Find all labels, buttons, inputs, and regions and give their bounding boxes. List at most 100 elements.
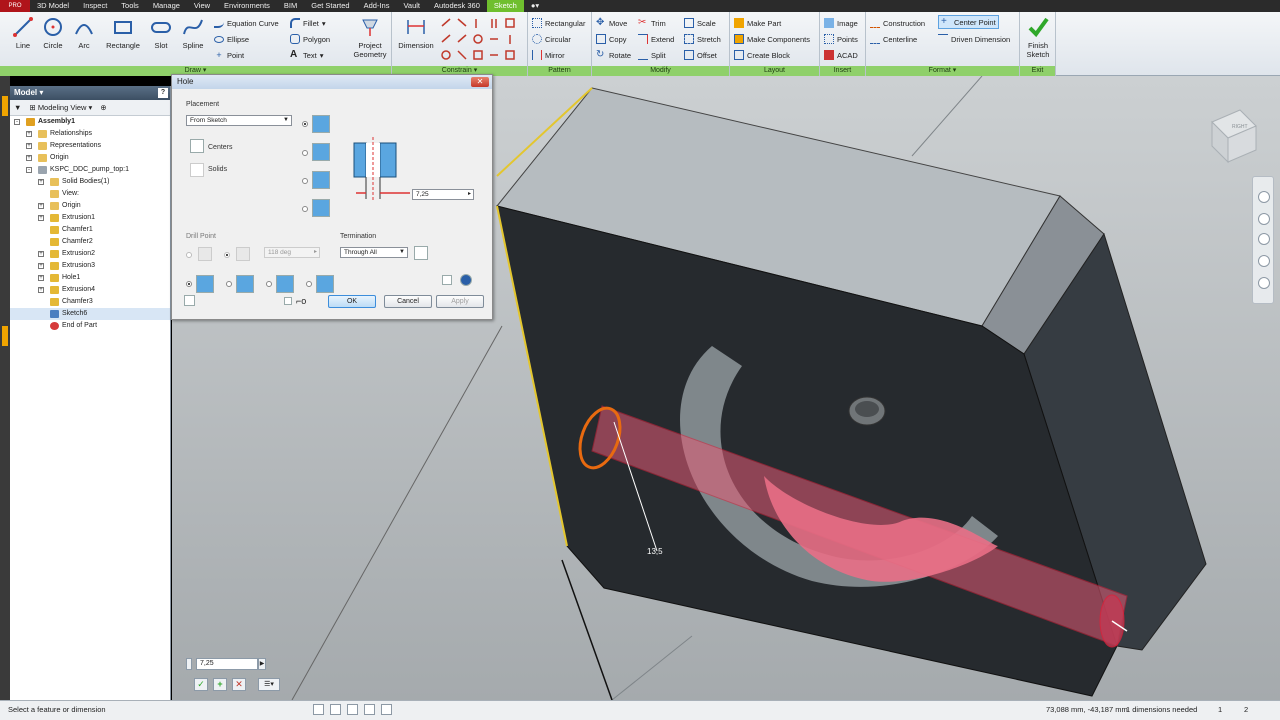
orbit-icon[interactable] xyxy=(1258,255,1270,267)
tree-item[interactable]: Chamfer2 xyxy=(10,236,170,248)
application-menu-button[interactable]: PRO xyxy=(0,0,30,12)
circle-button[interactable]: Circle xyxy=(36,16,70,50)
tree-expand-icon[interactable]: + xyxy=(38,203,44,209)
stretch-button[interactable]: Stretch xyxy=(684,32,721,46)
tree-expand-icon[interactable]: + xyxy=(38,263,44,269)
mini-toolbar-options-icon[interactable]: ☰▾ xyxy=(258,678,280,691)
split-button[interactable]: Split xyxy=(638,48,666,62)
simple-thread-icon[interactable] xyxy=(196,275,214,293)
centers-label[interactable]: Centers xyxy=(208,144,233,151)
flat-drill-icon[interactable] xyxy=(198,247,212,261)
point-button[interactable]: + Point xyxy=(214,48,244,62)
preview-checkbox[interactable] xyxy=(284,297,292,305)
tree-item[interactable]: - KSPC_DDC_pump_top:1 xyxy=(10,164,170,176)
tab-get-started[interactable]: Get Started xyxy=(304,0,356,12)
sketch-doctor-icon[interactable] xyxy=(364,704,375,715)
tree-expand-icon[interactable]: + xyxy=(26,155,32,161)
tree-item[interactable]: + Solid Bodies(1) xyxy=(10,176,170,188)
dimension-button[interactable]: Dimension xyxy=(396,16,436,50)
project-geometry-button[interactable]: Project Geometry xyxy=(350,16,390,59)
tab-autodesk-360[interactable]: Autodesk 360 xyxy=(427,0,487,12)
driven-dimension-button[interactable]: Driven Dimension xyxy=(938,32,1010,46)
make-part-button[interactable]: Make Part xyxy=(734,16,781,30)
tree-expand-icon[interactable]: + xyxy=(38,179,44,185)
centers-select-icon[interactable] xyxy=(190,139,204,153)
show-constraints-icon[interactable] xyxy=(330,704,341,715)
tree-expand-icon[interactable]: + xyxy=(26,131,32,137)
rectangle-button[interactable]: Rectangle xyxy=(104,16,142,50)
thread-radio-simple[interactable] xyxy=(186,281,192,287)
scale-button[interactable]: Scale xyxy=(684,16,716,30)
mini-toolbar-input[interactable]: 7,25 xyxy=(196,658,258,670)
mirror-button[interactable]: Mirror xyxy=(532,48,565,62)
tab-vault[interactable]: Vault xyxy=(396,0,427,12)
acad-button[interactable]: ACAD xyxy=(824,48,858,62)
cancel-button[interactable]: Cancel xyxy=(384,295,432,308)
extend-button[interactable]: Extend xyxy=(638,32,674,46)
view-cube[interactable]: RIGHT xyxy=(1211,109,1257,164)
tree-item[interactable]: + Extrusion1 xyxy=(10,212,170,224)
apply-check-icon[interactable]: ✓ xyxy=(194,678,208,691)
filter-icon[interactable]: ▼ xyxy=(14,103,21,112)
trim-button[interactable]: ✂ Trim xyxy=(638,16,666,30)
hole-type-radio-countersink[interactable] xyxy=(302,206,308,212)
tree-item[interactable]: + Relationships xyxy=(10,128,170,140)
simple-hole-icon[interactable] xyxy=(312,115,330,133)
tree-item[interactable]: End of Part xyxy=(10,320,170,332)
tree-expand-icon[interactable]: - xyxy=(26,167,32,173)
tab-add-ins[interactable]: Add-Ins xyxy=(357,0,397,12)
tab-inspect[interactable]: Inspect xyxy=(76,0,114,12)
steering-wheel-icon[interactable] xyxy=(1258,191,1270,203)
centerline-button[interactable]: Centerline xyxy=(870,32,917,46)
slot-button[interactable]: Slot xyxy=(144,16,178,50)
find-icon[interactable]: ⊕ xyxy=(100,103,106,112)
hole-type-radio-spotface[interactable] xyxy=(302,178,308,184)
look-at-icon[interactable] xyxy=(1258,277,1270,289)
format-panel-title[interactable]: Format ▾ xyxy=(866,66,1019,76)
tree-item[interactable]: + Extrusion2 xyxy=(10,248,170,260)
circular-pattern-button[interactable]: Circular xyxy=(532,32,571,46)
cancel-x-icon[interactable]: ✕ xyxy=(232,678,246,691)
tab-manage[interactable]: Manage xyxy=(146,0,187,12)
center-point-button[interactable]: + Center Point xyxy=(938,15,999,29)
flip-direction-icon[interactable] xyxy=(414,246,428,260)
extend-options-icon[interactable] xyxy=(442,275,452,285)
slice-graphics-icon[interactable] xyxy=(381,704,392,715)
text-button[interactable]: A Text ▾ xyxy=(290,48,324,62)
offset-button[interactable]: Offset xyxy=(684,48,717,62)
tab-bim[interactable]: BIM xyxy=(277,0,304,12)
infer-icon[interactable] xyxy=(460,274,472,286)
tree-expand-icon[interactable]: + xyxy=(38,251,44,257)
tree-item[interactable]: - Assembly1 xyxy=(10,116,170,128)
tree-expand-icon[interactable]: + xyxy=(38,215,44,221)
rectangular-pattern-button[interactable]: Rectangular xyxy=(532,16,585,30)
pan-icon[interactable] xyxy=(1258,213,1270,225)
angle-drill-icon[interactable] xyxy=(236,247,250,261)
thread-radio-taper[interactable] xyxy=(306,281,312,287)
move-button[interactable]: ✥ Move xyxy=(596,16,627,30)
add-icon[interactable]: + xyxy=(213,678,227,691)
help-icon[interactable]: ? xyxy=(158,88,168,98)
points-button[interactable]: Points xyxy=(824,32,858,46)
fillet-button[interactable]: Fillet ▾ xyxy=(290,16,326,30)
tree-item[interactable]: + Origin xyxy=(10,152,170,164)
tab-view[interactable]: View xyxy=(187,0,217,12)
drill-angle-input[interactable]: 118 deg ▸ xyxy=(264,247,320,258)
tree-expand-icon[interactable]: + xyxy=(38,287,44,293)
termination-select[interactable]: Through All ▼ xyxy=(340,247,408,258)
placement-select[interactable]: From Sketch ▼ xyxy=(186,115,292,126)
create-block-button[interactable]: Create Block xyxy=(734,48,790,62)
spotface-icon[interactable] xyxy=(312,171,330,189)
tapped-hole-icon[interactable] xyxy=(276,275,294,293)
line-button[interactable]: Line xyxy=(6,16,40,50)
counterbore-icon[interactable] xyxy=(312,143,330,161)
hole-type-radio-simple[interactable] xyxy=(302,121,308,127)
tab-sketch[interactable]: Sketch xyxy=(486,0,524,12)
equation-curve-button[interactable]: Equation Curve xyxy=(214,16,279,30)
polygon-button[interactable]: Polygon xyxy=(290,32,330,46)
hole-type-radio-counterbore[interactable] xyxy=(302,150,308,156)
tree-item[interactable]: + Extrusion3 xyxy=(10,260,170,272)
modeling-view-dropdown[interactable]: ⊞ Modeling View ▾ xyxy=(29,103,92,112)
rotate-button[interactable]: ↻ Rotate xyxy=(596,48,631,62)
look-at-icon[interactable] xyxy=(313,704,324,715)
